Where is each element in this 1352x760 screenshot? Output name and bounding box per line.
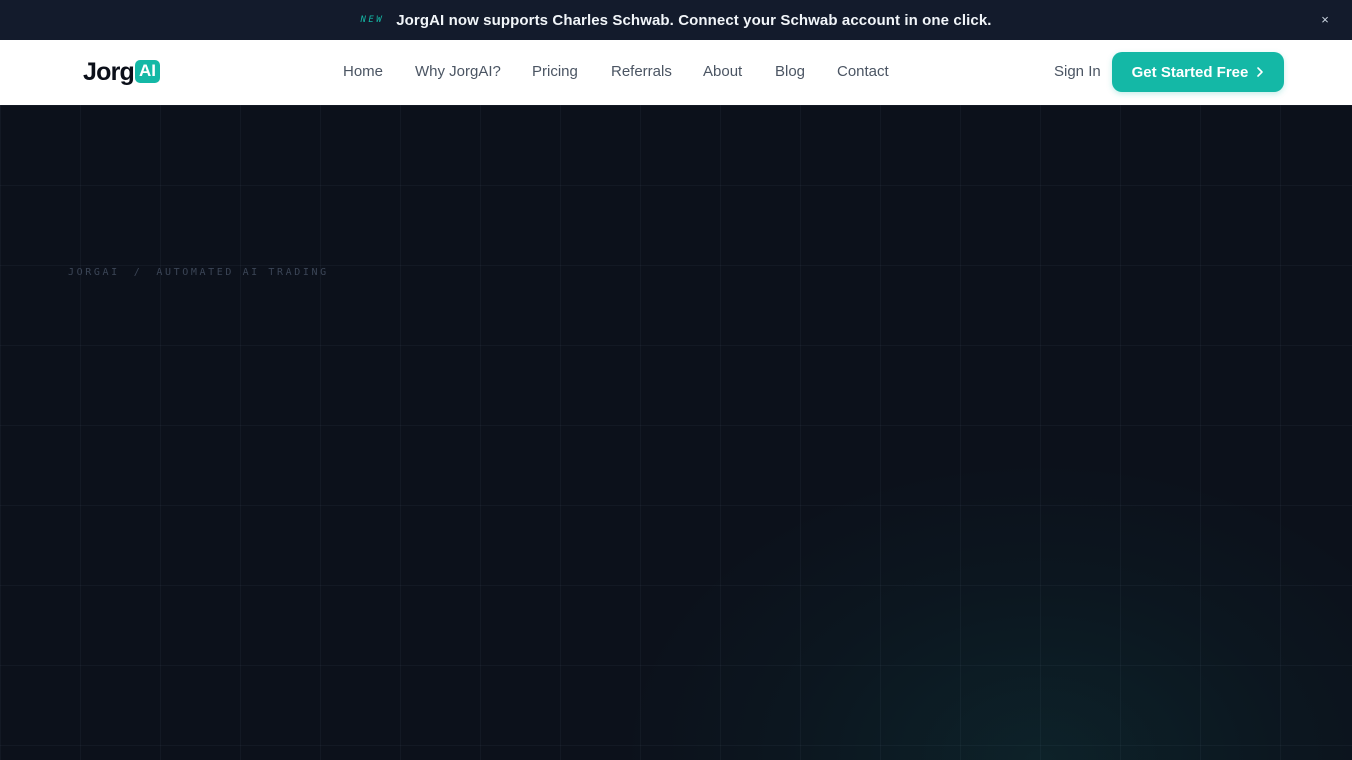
announcement-message[interactable]: JorgAI now supports Charles Schwab. Conn…: [396, 12, 991, 29]
breadcrumb-separator: /: [133, 267, 143, 278]
site-header: Jorg AI Home Why JorgAI? Pricing Referra…: [0, 40, 1352, 105]
get-started-label: Get Started Free: [1131, 63, 1249, 81]
nav-item-contact[interactable]: Contact: [837, 63, 889, 80]
nav-item-referrals[interactable]: Referrals: [611, 63, 672, 80]
sign-in-link[interactable]: Sign In: [1054, 63, 1101, 80]
nav-item-why-jorgai[interactable]: Why JorgAI?: [415, 63, 501, 80]
hero-section: JORGAI / AUTOMATED AI TRADING: [0, 105, 1352, 760]
logo-wordmark: Jorg: [83, 57, 135, 86]
nav-item-home[interactable]: Home: [343, 63, 383, 80]
close-icon[interactable]: ×: [1317, 12, 1333, 28]
announcement-bar: NEW JorgAI now supports Charles Schwab. …: [0, 0, 1352, 40]
nav-item-pricing[interactable]: Pricing: [532, 63, 578, 80]
new-badge: NEW: [360, 15, 385, 25]
chevron-right-icon: [1256, 66, 1264, 78]
nav-item-about[interactable]: About: [703, 63, 742, 80]
get-started-button[interactable]: Get Started Free: [1112, 52, 1284, 92]
nav-item-blog[interactable]: Blog: [775, 63, 805, 80]
breadcrumb-brand: JORGAI: [68, 267, 120, 278]
breadcrumb: JORGAI / AUTOMATED AI TRADING: [68, 267, 329, 278]
logo-ai-mark: AI: [134, 59, 160, 83]
breadcrumb-section: AUTOMATED AI TRADING: [156, 267, 329, 278]
logo[interactable]: Jorg AI: [83, 56, 160, 88]
